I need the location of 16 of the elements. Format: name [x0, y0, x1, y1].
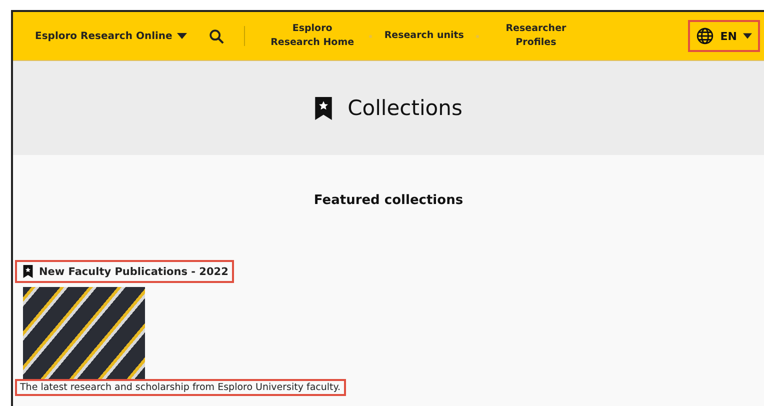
- bookmark-star-icon: [23, 265, 33, 278]
- caret-icon: [743, 33, 752, 39]
- nav-link[interactable]: Researcher Profiles: [490, 22, 581, 50]
- globe-icon: [696, 27, 714, 45]
- bookmark-star-icon: [314, 96, 332, 120]
- language-button[interactable]: EN: [688, 20, 760, 52]
- photo-placeholder[interactable]: [23, 287, 145, 379]
- caret-icon: [177, 33, 188, 39]
- nav-link[interactable]: Research units: [384, 29, 464, 43]
- page-title: Collections: [348, 96, 462, 120]
- nav-link[interactable]: Esploro Research Home: [267, 22, 358, 50]
- section-heading: Featured collections: [312, 193, 464, 208]
- collection-description: The latest research and scholarship from Esploro University faculty.: [15, 379, 346, 396]
- brand-menu-button[interactable]: Esploro Research Online: [35, 26, 188, 46]
- search-icon[interactable]: [209, 28, 224, 44]
- collection-title-link[interactable]: New Faculty Publications - 2022: [15, 260, 234, 283]
